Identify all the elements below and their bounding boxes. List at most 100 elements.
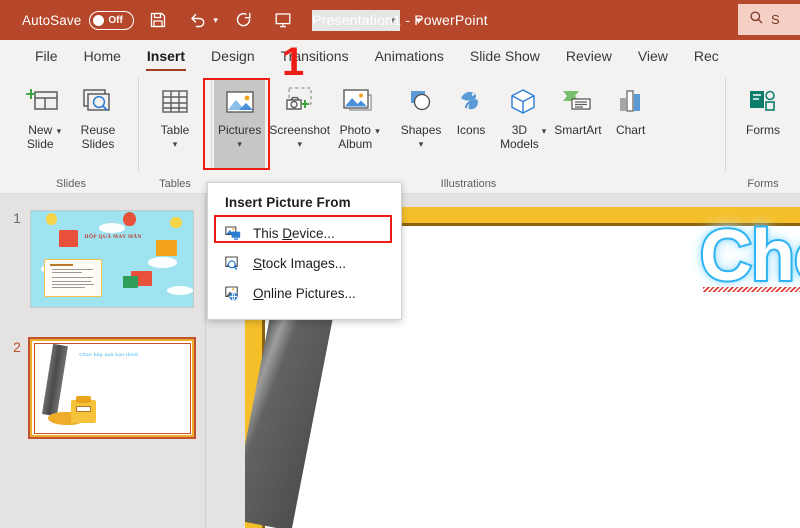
- table-button[interactable]: Table ▾: [150, 78, 200, 151]
- menu-item-label: This Device...: [253, 225, 335, 241]
- shapes-label: Shapes: [400, 123, 442, 137]
- menu-item-this-device[interactable]: This Device...: [208, 218, 401, 248]
- undo-icon[interactable]: [182, 5, 212, 35]
- undo-dropdown-icon[interactable]: ▾: [213, 15, 218, 26]
- icons-label: Icons: [456, 123, 486, 137]
- chevron-down-icon: ▾: [390, 14, 395, 25]
- slide-number-1: 1: [13, 210, 21, 226]
- shapes-button[interactable]: Shapes ▾: [396, 78, 446, 151]
- reuse-slides-icon: [80, 82, 116, 122]
- smartart-button[interactable]: SmartArt: [550, 78, 605, 140]
- photo-album-icon: [339, 82, 379, 122]
- autosave-toggle[interactable]: AutoSave Off: [22, 10, 135, 30]
- autosave-switch[interactable]: Off: [89, 10, 135, 30]
- slide-2-preview[interactable]: Chọn hộp quà bạn thích: [28, 337, 196, 439]
- this-device-icon: [224, 224, 242, 242]
- reuse-slides-label: Reuse Slides: [80, 123, 116, 151]
- screenshot-label: Screenshot: [269, 123, 331, 137]
- search-box[interactable]: S: [738, 4, 800, 35]
- ribbon-group-tables: Table ▾ Tables: [139, 72, 211, 193]
- ribbon-group-slides: New Slide ▾ Reuse Slides Slides: [4, 72, 138, 193]
- forms-button[interactable]: Forms: [738, 78, 788, 140]
- menu-item-online-pictures[interactable]: Online Pictures...: [208, 278, 401, 308]
- forms-label: Forms: [746, 123, 780, 137]
- tab-file[interactable]: File: [22, 40, 71, 72]
- start-presentation-icon[interactable]: [268, 5, 298, 35]
- autosave-state: Off: [108, 14, 123, 26]
- insert-picture-from-menu[interactable]: Insert Picture From This Device... Stock…: [207, 182, 402, 320]
- chevron-down-icon[interactable]: ▾: [419, 139, 424, 149]
- redo-icon[interactable]: [229, 5, 259, 35]
- pictures-icon: [221, 82, 259, 122]
- chevron-down-icon[interactable]: ▾: [237, 139, 242, 149]
- chart-button[interactable]: Chart: [606, 78, 656, 140]
- 3d-models-icon: [504, 82, 542, 122]
- new-slide-label: New Slide: [26, 123, 54, 151]
- save-icon[interactable]: [143, 5, 173, 35]
- chart-label: Chart: [615, 123, 646, 137]
- ribbon-tab-strip: File Home Insert Design Transitions Anim…: [0, 40, 800, 72]
- shapes-icon: [403, 82, 439, 122]
- search-placeholder-text: S: [771, 12, 780, 27]
- screenshot-button[interactable]: Screenshot ▾: [265, 78, 334, 151]
- tab-view[interactable]: View: [625, 40, 681, 72]
- pictures-button[interactable]: Pictures ▾: [214, 78, 266, 170]
- tab-record[interactable]: Rec: [681, 40, 732, 72]
- online-pictures-icon: [224, 284, 242, 302]
- tab-animations[interactable]: Animations: [362, 40, 457, 72]
- smartart-icon: [557, 82, 599, 122]
- forms-icon: [745, 82, 781, 122]
- new-slide-button[interactable]: New Slide ▾: [19, 78, 69, 153]
- ribbon-group-forms: Forms Forms: [726, 72, 800, 193]
- slide-thumbnail-pane[interactable]: 1 HỘP QUÀ MAY MẮN 2 Chọn hộp quà bạn thí…: [0, 194, 206, 528]
- table-label: Table: [160, 123, 190, 137]
- title-bar: AutoSave Off ▾ ▾ ▾ Presentation1 - Power…: [0, 0, 800, 40]
- slide-1-title: HỘP QUÀ MAY MẮN: [84, 234, 142, 241]
- screenshot-icon: [277, 82, 323, 122]
- chevron-down-icon[interactable]: ▾: [375, 126, 380, 136]
- chart-icon: [613, 82, 649, 122]
- menu-item-label: Online Pictures...: [253, 285, 356, 301]
- qat-combo-box[interactable]: ▾: [311, 9, 400, 31]
- chevron-down-icon[interactable]: ▾: [173, 139, 178, 149]
- 3d-models-button[interactable]: 3D Models ▾: [496, 78, 550, 153]
- tab-review[interactable]: Review: [553, 40, 625, 72]
- autosave-knob: [93, 14, 105, 26]
- chevron-down-icon[interactable]: ▾: [57, 126, 62, 136]
- ribbon-group-illustrations: Pictures ▾ Screenshot ▾ Photo Album ▾ Sh…: [212, 72, 725, 193]
- powerpoint-window: AutoSave Off ▾ ▾ ▾ Presentation1 - Power…: [0, 0, 800, 528]
- menu-header: Insert Picture From: [225, 195, 351, 210]
- tab-insert[interactable]: Insert: [134, 40, 198, 72]
- ribbon: New Slide ▾ Reuse Slides Slides Table ▾ …: [0, 72, 800, 194]
- spellcheck-underline: [703, 287, 800, 292]
- group-label-forms: Forms: [747, 178, 779, 190]
- smartart-label: SmartArt: [554, 123, 602, 137]
- group-label-slides: Slides: [56, 178, 86, 190]
- autosave-label: AutoSave: [22, 12, 82, 28]
- chevron-down-icon[interactable]: ▾: [297, 139, 302, 149]
- tab-slide-show[interactable]: Slide Show: [457, 40, 553, 72]
- tab-transitions[interactable]: Transitions: [268, 40, 362, 72]
- thumbnail-slide-2[interactable]: 2 Chọn hộp quà bạn thích: [4, 337, 196, 439]
- reuse-slides-button[interactable]: Reuse Slides: [73, 78, 123, 153]
- slide-number-2: 2: [13, 339, 21, 355]
- slide-2-title: Chọn hộp quà bạn thích: [79, 351, 139, 357]
- icons-button[interactable]: Icons: [446, 78, 496, 140]
- new-slide-icon: [26, 82, 62, 122]
- tab-design[interactable]: Design: [198, 40, 268, 72]
- search-icon: [749, 10, 764, 30]
- photo-album-button[interactable]: Photo Album ▾: [334, 78, 384, 153]
- menu-item-stock-images[interactable]: Stock Images...: [208, 248, 401, 278]
- stock-images-icon: [224, 254, 242, 272]
- menu-item-label: Stock Images...: [253, 255, 347, 271]
- slide-1-preview[interactable]: HỘP QUÀ MAY MẮN: [30, 210, 194, 308]
- wordart-text-fill[interactable]: Chọn: [700, 215, 800, 297]
- table-icon: [158, 82, 192, 122]
- 3d-models-label: 3D Models: [500, 123, 539, 151]
- tab-home[interactable]: Home: [71, 40, 134, 72]
- icons-icon: [453, 82, 489, 122]
- pictures-label: Pictures: [218, 123, 262, 137]
- customize-quick-access-toolbar-icon[interactable]: ▾: [416, 14, 422, 27]
- chevron-down-icon[interactable]: ▾: [542, 126, 547, 136]
- thumbnail-slide-1[interactable]: 1 HỘP QUÀ MAY MẮN: [4, 210, 194, 308]
